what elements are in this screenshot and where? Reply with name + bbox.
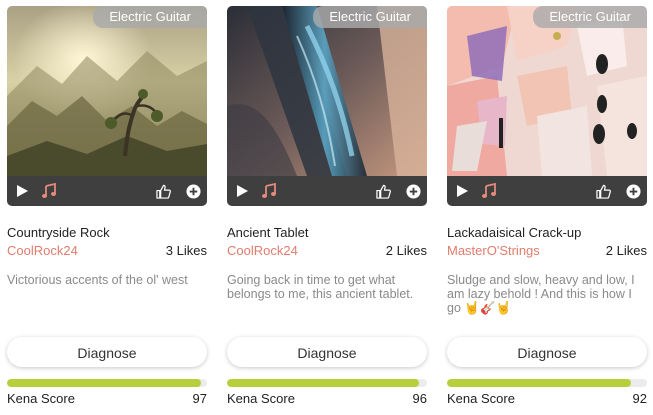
- artwork-abstract-painting: [447, 6, 647, 176]
- genre-badge: Electric Guitar: [533, 6, 647, 28]
- track-title[interactable]: Ancient Tablet: [227, 225, 308, 240]
- music-note-icon: [482, 183, 496, 198]
- player-controls: [7, 176, 207, 206]
- artwork-mountain-tree: [7, 6, 207, 176]
- kena-score-label: Kena Score: [227, 391, 295, 406]
- add-button[interactable]: [621, 176, 645, 206]
- kena-score-label: Kena Score: [447, 391, 515, 406]
- kena-score-bar: [447, 379, 647, 387]
- genre-badge: Electric Guitar: [313, 6, 427, 28]
- genre-badge: Electric Guitar: [93, 6, 207, 28]
- diagnose-button[interactable]: Diagnose: [7, 337, 207, 367]
- kena-score-value: 92: [632, 391, 647, 406]
- play-icon: [17, 185, 28, 197]
- play-button[interactable]: [230, 176, 254, 206]
- like-button[interactable]: [371, 176, 395, 206]
- player-controls: [447, 176, 647, 206]
- kena-score-label: Kena Score: [7, 391, 75, 406]
- music-note-icon: [42, 183, 56, 198]
- likes-count: 2 Likes: [385, 243, 427, 258]
- track-author-link[interactable]: CoolRock24: [7, 243, 78, 258]
- track-card: Electric Guitar Lackadaisical Crack-up M…: [447, 6, 647, 411]
- diagnose-button[interactable]: Diagnose: [447, 337, 647, 367]
- music-note-button[interactable]: [37, 176, 61, 206]
- artwork-motion-blur: [227, 6, 427, 176]
- thumbs-up-icon: [595, 184, 611, 199]
- music-note-button[interactable]: [257, 176, 281, 206]
- track-card: Electric Guitar Countryside Rock CoolRoc…: [7, 6, 207, 411]
- track-thumbnail[interactable]: Electric Guitar: [227, 6, 427, 206]
- kena-score-fill: [7, 379, 201, 387]
- thumbs-up-icon: [375, 184, 391, 199]
- kena-score-fill: [447, 379, 631, 387]
- track-description: Sludge and slow, heavy and low, I am laz…: [447, 273, 635, 315]
- thumbs-up-icon: [155, 184, 171, 199]
- track-title[interactable]: Lackadaisical Crack-up: [447, 225, 581, 240]
- add-icon: [405, 183, 421, 199]
- kena-score-value: 97: [192, 391, 207, 406]
- add-button[interactable]: [181, 176, 205, 206]
- track-thumbnail[interactable]: Electric Guitar: [7, 6, 207, 206]
- add-button[interactable]: [401, 176, 425, 206]
- track-thumbnail[interactable]: Electric Guitar: [447, 6, 647, 206]
- add-icon: [185, 183, 201, 199]
- music-note-icon: [262, 183, 276, 198]
- kena-score-value: 96: [412, 391, 427, 406]
- play-button[interactable]: [450, 176, 474, 206]
- track-author-link[interactable]: MasterO'Strings: [447, 243, 540, 258]
- like-button[interactable]: [151, 176, 175, 206]
- likes-count: 3 Likes: [165, 243, 207, 258]
- kena-score-bar: [227, 379, 427, 387]
- player-controls: [227, 176, 427, 206]
- music-note-button[interactable]: [477, 176, 501, 206]
- likes-count: 2 Likes: [605, 243, 647, 258]
- add-icon: [625, 183, 641, 199]
- track-description: Going back in time to get what belongs t…: [227, 273, 414, 301]
- play-icon: [237, 185, 248, 197]
- diagnose-button[interactable]: Diagnose: [227, 337, 427, 367]
- kena-score-bar: [7, 379, 207, 387]
- track-title[interactable]: Countryside Rock: [7, 225, 110, 240]
- track-author-link[interactable]: CoolRock24: [227, 243, 298, 258]
- play-button[interactable]: [10, 176, 34, 206]
- track-card: Electric Guitar Ancient Tablet CoolRock2…: [227, 6, 427, 411]
- like-button[interactable]: [591, 176, 615, 206]
- play-icon: [457, 185, 468, 197]
- kena-score-fill: [227, 379, 419, 387]
- track-description: Victorious accents of the ol' west: [7, 273, 188, 287]
